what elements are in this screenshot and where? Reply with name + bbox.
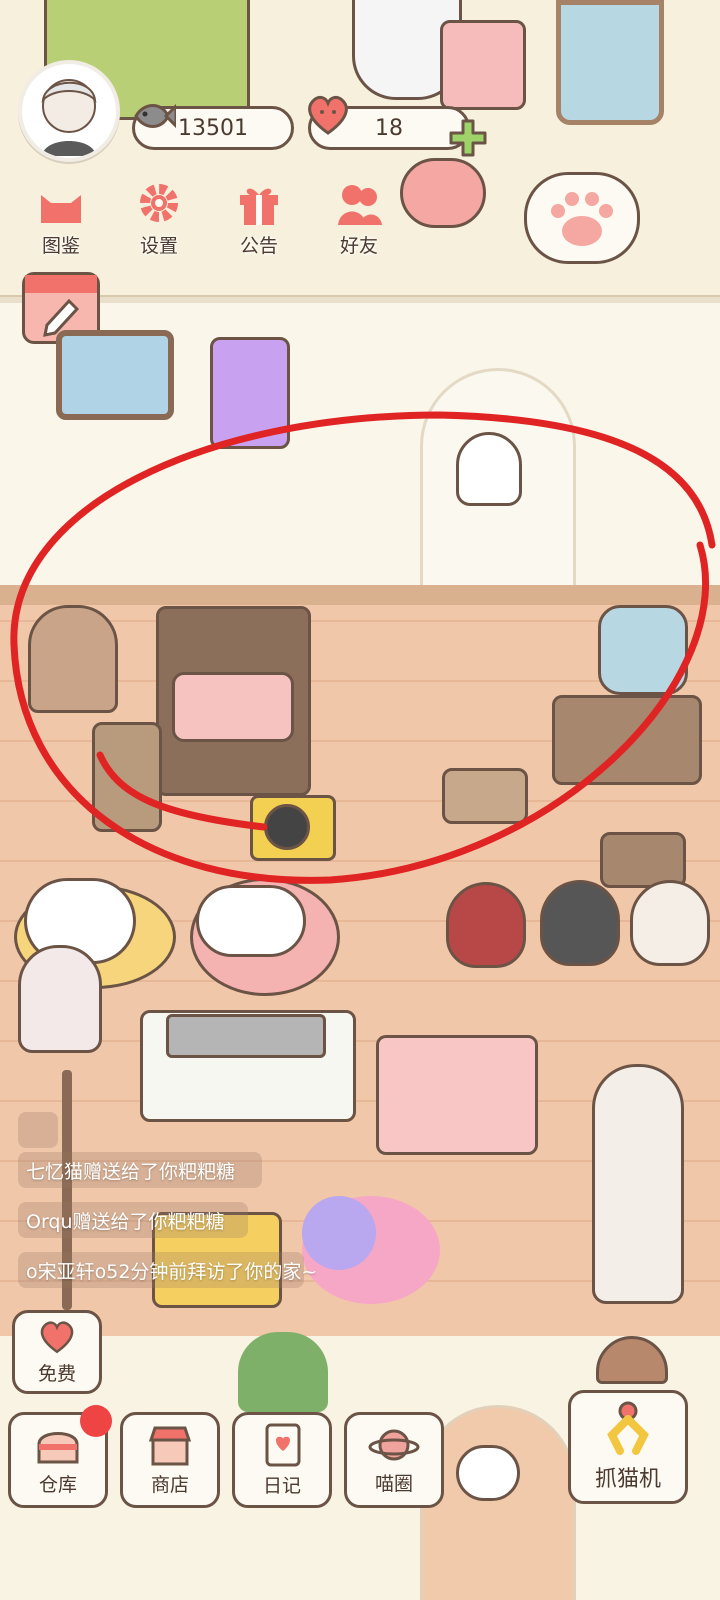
meow-circle-button[interactable]: 喵圈 bbox=[344, 1412, 444, 1508]
heart-icon bbox=[308, 95, 348, 135]
meow-circle-label: 喵圈 bbox=[374, 1472, 413, 1495]
diary-icon bbox=[265, 1423, 301, 1466]
friends-button[interactable]: 好友 bbox=[316, 168, 402, 258]
claw-machine-label: 抓猫机 bbox=[594, 1467, 661, 1492]
box-lid bbox=[166, 1014, 326, 1058]
feed-message bbox=[18, 1112, 58, 1148]
house-icon bbox=[37, 1431, 79, 1463]
notice-button[interactable]: 公告 bbox=[216, 168, 302, 258]
hanging-panda-ornament[interactable] bbox=[456, 1445, 520, 1501]
fish-icon bbox=[134, 103, 176, 129]
feed-message: o宋亚轩o52分钟前拜访了你的家~ bbox=[18, 1252, 317, 1288]
player-avatar[interactable] bbox=[18, 60, 120, 162]
notification-badge bbox=[80, 1405, 112, 1437]
gallery-label: 图鉴 bbox=[41, 235, 80, 257]
fish-count: 13501 bbox=[178, 115, 248, 141]
gallery-button[interactable]: 图鉴 bbox=[18, 168, 104, 258]
pink-shelf[interactable] bbox=[440, 20, 526, 110]
settings-button[interactable]: 设置 bbox=[116, 168, 202, 258]
standing-mirror[interactable] bbox=[556, 0, 664, 125]
red-annotation-circle bbox=[10, 411, 716, 884]
yarn-basket[interactable] bbox=[400, 158, 486, 228]
feed-message: Orqu赠送给了你粑粑糖 bbox=[18, 1202, 248, 1238]
gift-icon bbox=[240, 188, 278, 225]
claw-icon bbox=[607, 1401, 649, 1455]
gear-icon bbox=[140, 184, 178, 222]
potted-plant[interactable] bbox=[238, 1332, 328, 1412]
avatar-portrait-icon bbox=[41, 79, 97, 156]
warehouse-label: 仓库 bbox=[38, 1473, 77, 1496]
shelf-divider bbox=[0, 295, 720, 303]
planet-icon bbox=[368, 1429, 420, 1460]
free-button[interactable]: 免费 bbox=[12, 1310, 102, 1394]
heart-count: 18 bbox=[375, 115, 403, 141]
friends-icon bbox=[338, 185, 382, 225]
air-purifier[interactable] bbox=[592, 1064, 684, 1304]
plus-icon[interactable] bbox=[448, 118, 488, 158]
claw-machine-button[interactable]: 抓猫机 bbox=[568, 1390, 688, 1504]
shop-label: 商店 bbox=[150, 1473, 189, 1496]
shop-icon bbox=[148, 1426, 192, 1465]
settings-label: 设置 bbox=[139, 235, 178, 257]
feed-message: 七忆猫赠送给了你粑粑糖 bbox=[18, 1152, 262, 1188]
notice-label: 公告 bbox=[239, 235, 278, 257]
diary-label: 日记 bbox=[262, 1474, 301, 1497]
gumball-machine[interactable] bbox=[18, 945, 102, 1053]
pink-flower-bed[interactable] bbox=[376, 1035, 538, 1155]
cat-head-icon bbox=[41, 195, 81, 223]
paw-icon bbox=[551, 192, 613, 246]
paw-button[interactable] bbox=[524, 172, 640, 264]
diary-button[interactable]: 日记 bbox=[232, 1412, 332, 1508]
free-label: 免费 bbox=[37, 1362, 76, 1385]
friends-label: 好友 bbox=[339, 235, 378, 257]
shop-button[interactable]: 商店 bbox=[120, 1412, 220, 1508]
heart-icon bbox=[40, 1320, 74, 1353]
